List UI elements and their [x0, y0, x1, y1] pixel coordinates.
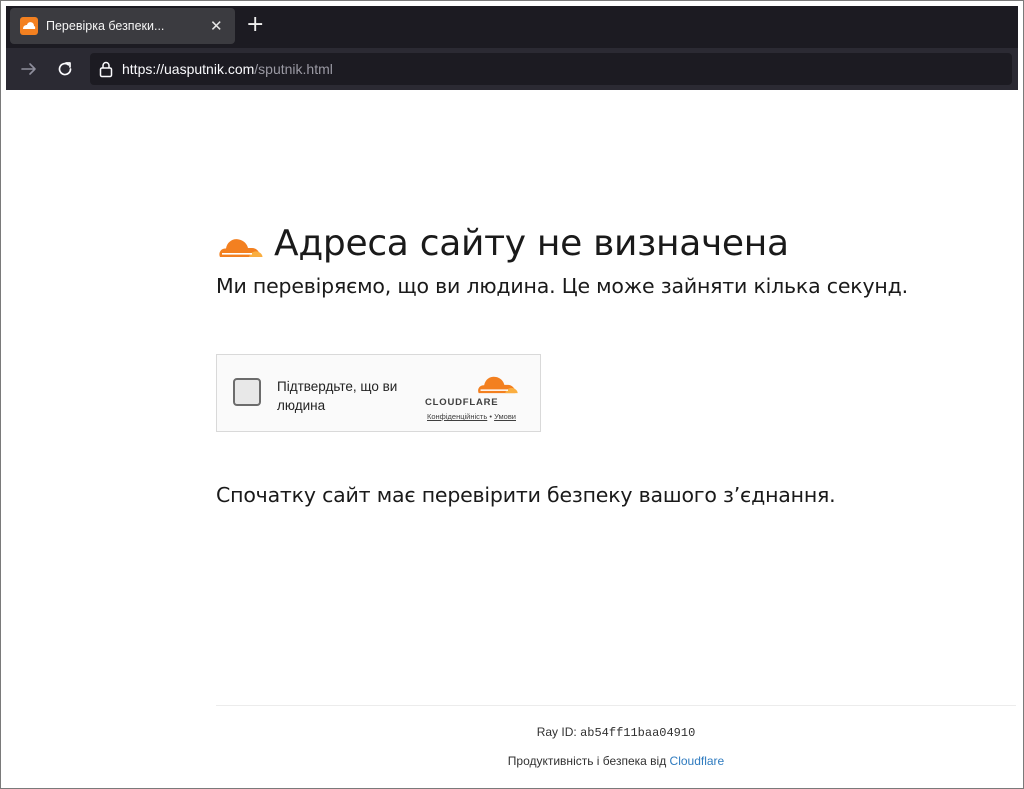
lock-icon[interactable]	[98, 60, 114, 82]
terms-link[interactable]: Умови	[494, 412, 516, 421]
tab-active[interactable]: Перевірка безпеки... ✕	[10, 8, 235, 44]
ray-id-value: ab54ff11baa04910	[580, 726, 696, 740]
challenge-content: Адреса сайту не визначена Ми перевіряємо…	[216, 223, 1016, 507]
privacy-link[interactable]: Конфіденційність	[427, 412, 487, 421]
tab-title: Перевірка безпеки...	[46, 19, 165, 33]
reload-icon[interactable]	[54, 58, 76, 80]
ray-id-label: Ray ID:	[536, 725, 581, 739]
cloudflare-link[interactable]: Cloudflare	[670, 754, 725, 768]
footer-divider	[216, 705, 1016, 706]
nav-toolbar: https://uasputnik.com/sputnik.html	[6, 48, 1018, 90]
verify-human-label: Підтвердьте, що ви людина	[277, 379, 398, 413]
performance-credit: Продуктивність і безпека від Cloudflare	[216, 754, 1016, 768]
tab-strip: Перевірка безпеки... ✕ +	[6, 6, 1018, 48]
heading-row: Адреса сайту не визначена	[216, 223, 1016, 264]
performance-text: Продуктивність і безпека від	[507, 754, 670, 768]
cloudflare-wordmark: CLOUDFLARE	[425, 397, 499, 408]
new-tab-button[interactable]: +	[246, 14, 264, 36]
cloudflare-favicon-icon	[20, 17, 38, 35]
verify-human-checkbox[interactable]	[233, 378, 261, 406]
cloudflare-logo-small-icon	[478, 376, 518, 394]
turnstile-widget: Підтвердьте, що ви людина CLOUDFLARE Кон…	[216, 354, 541, 432]
widget-links: Конфіденційність • Умови	[427, 412, 516, 421]
cloudflare-logo-icon	[219, 238, 263, 257]
url-host: https://uasputnik.com	[122, 61, 255, 77]
url-text[interactable]: https://uasputnik.com/sputnik.html	[122, 61, 333, 77]
page-title: Адреса сайту не визначена	[274, 223, 789, 264]
url-path: /sputnik.html	[254, 61, 333, 77]
address-bar[interactable]: https://uasputnik.com/sputnik.html	[90, 53, 1012, 85]
forward-arrow-icon[interactable]	[18, 58, 40, 80]
ray-id: Ray ID: ab54ff11baa04910	[216, 725, 1016, 740]
page-subtitle: Ми перевіряємо, що ви людина. Це може за…	[216, 274, 908, 298]
tab-close-icon[interactable]: ✕	[210, 18, 223, 34]
browser-chrome: Перевірка безпеки... ✕ + https://uasputn…	[6, 6, 1018, 90]
screenshot-frame: Перевірка безпеки... ✕ + https://uasputn…	[0, 0, 1024, 789]
connection-note: Спочатку сайт має перевірити безпеку ваш…	[216, 483, 836, 507]
